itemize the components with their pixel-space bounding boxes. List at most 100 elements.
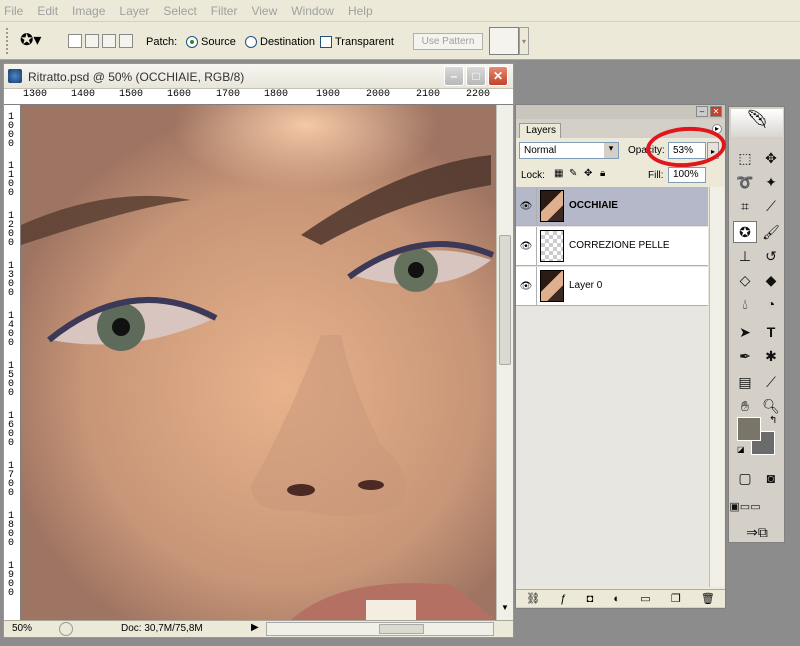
link-layers-icon[interactable]: ⛓ — [526, 592, 540, 605]
layer-name[interactable]: CORREZIONE PELLE — [569, 240, 670, 251]
lasso-tool-icon[interactable]: ➰ — [733, 171, 757, 193]
image-canvas[interactable] — [21, 105, 496, 620]
visibility-eye-icon[interactable]: 👁︎ — [516, 267, 537, 306]
history-brush-icon[interactable]: ↺ — [759, 245, 783, 267]
lock-transparency-icon[interactable]: ▦ — [554, 168, 563, 179]
shape-tool-icon[interactable]: ✱ — [759, 345, 783, 367]
menu-edit[interactable]: Edit — [37, 4, 58, 18]
source-radio[interactable] — [186, 36, 198, 48]
jump-to-imageready-icon[interactable]: ⇒⧉ — [733, 521, 781, 543]
layer-row-occhiaie[interactable]: 👁︎ OCCHIAIE — [516, 187, 708, 226]
adjustment-layer-icon[interactable]: ◐ — [613, 593, 620, 605]
layer-row-layer-0[interactable]: 👁︎ Layer 0 — [516, 267, 708, 306]
options-grip[interactable] — [6, 28, 10, 54]
horizontal-scrollbar[interactable] — [266, 622, 494, 636]
menu-view[interactable]: View — [251, 4, 277, 18]
new-selection-icon[interactable] — [68, 34, 82, 48]
menu-bar: File Edit Image Layer Select Filter View… — [0, 0, 800, 22]
marquee-tool-icon[interactable]: ⬚ — [733, 147, 757, 169]
hand-tool-icon[interactable]: ✋︎ — [733, 395, 757, 417]
panel-minimize-icon[interactable]: – — [696, 106, 708, 117]
visibility-eye-icon[interactable]: 👁︎ — [516, 227, 537, 266]
zoom-tool-icon[interactable]: 🔍︎ — [759, 395, 783, 417]
transparent-checkbox[interactable] — [320, 36, 332, 48]
menu-select[interactable]: Select — [163, 4, 196, 18]
zoom-icon[interactable] — [59, 622, 73, 636]
menu-layer[interactable]: Layer — [119, 4, 149, 18]
pen-tool-icon[interactable]: ✒ — [733, 345, 757, 367]
menu-window[interactable]: Window — [291, 4, 334, 18]
default-colors-icon[interactable]: ◪ — [737, 445, 745, 454]
eraser-tool-icon[interactable]: ◇ — [733, 269, 757, 291]
new-group-icon[interactable]: ▭ — [640, 592, 650, 605]
notes-tool-icon[interactable]: ▤ — [733, 371, 757, 393]
zoom-level[interactable]: 50% — [12, 623, 32, 634]
doc-info: Doc: 30,7M/75,8M — [121, 623, 203, 634]
layer-style-icon[interactable]: ƒ — [560, 593, 566, 605]
visibility-eye-icon[interactable]: 👁︎ — [516, 187, 537, 226]
screen-mode-icon[interactable]: ▣▭▭ — [729, 495, 760, 517]
add-selection-icon[interactable] — [85, 34, 99, 48]
lock-image-icon[interactable]: ✎ — [569, 168, 577, 179]
panel-close-icon[interactable]: ✕ — [710, 106, 722, 117]
brush-tool-icon[interactable]: 🖌︎ — [759, 221, 783, 243]
menu-help[interactable]: Help — [348, 4, 373, 18]
new-layer-icon[interactable]: ❐ — [671, 592, 681, 605]
magic-wand-icon[interactable]: ✦ — [759, 171, 783, 193]
use-pattern-button[interactable]: Use Pattern — [413, 33, 483, 50]
minimize-icon[interactable]: – — [444, 66, 464, 86]
maximize-icon[interactable]: □ — [466, 66, 486, 86]
stamp-tool-icon[interactable]: ⊥ — [733, 245, 757, 267]
standard-mode-icon[interactable]: ▢ — [733, 467, 757, 489]
patch-tool-icon[interactable]: ✪ — [733, 221, 757, 243]
panel-titlebar[interactable]: – ✕ — [516, 105, 725, 119]
document-titlebar[interactable]: Ritratto.psd @ 50% (OCCHIAIE, RGB/8) – □… — [4, 64, 513, 89]
paint-bucket-icon[interactable]: ◆ — [759, 269, 783, 291]
quick-mask-icon[interactable]: ◙ — [759, 467, 783, 489]
layer-name[interactable]: Layer 0 — [569, 280, 602, 291]
pattern-dropdown-icon[interactable]: ▾ — [519, 27, 529, 55]
close-icon[interactable]: ✕ — [488, 66, 508, 86]
path-selection-icon[interactable]: ➤ — [733, 321, 757, 343]
slice-tool-icon[interactable]: ⟋ — [759, 195, 783, 217]
layers-scrollbar[interactable] — [709, 187, 724, 587]
ruler-v-label: 1000 — [8, 112, 15, 150]
eyedropper-icon[interactable]: ⟋ — [759, 371, 783, 393]
layer-thumbnail — [540, 230, 564, 262]
move-tool-icon[interactable]: ✥ — [759, 147, 783, 169]
pattern-picker[interactable] — [489, 27, 519, 55]
feather-logo-icon[interactable]: 🪶︎ — [731, 109, 783, 137]
layer-name[interactable]: OCCHIAIE — [569, 200, 618, 211]
blend-dropdown-icon[interactable]: ▾ — [604, 143, 618, 158]
patch-tool-preset-icon[interactable]: ✪▾ — [20, 30, 41, 50]
dodge-tool-icon[interactable]: ◔ — [759, 293, 783, 315]
fill-input[interactable]: 100% — [668, 167, 706, 183]
blur-tool-icon[interactable]: 💧︎ — [733, 293, 757, 315]
vertical-scrollbar[interactable]: ▼ — [496, 105, 513, 620]
menu-image[interactable]: Image — [72, 4, 105, 18]
swap-colors-icon[interactable]: ↰ — [769, 415, 777, 426]
scroll-down-icon[interactable]: ▼ — [499, 603, 511, 615]
ruler-h-label: 2000 — [366, 89, 391, 100]
fill-label: Fill: — [648, 170, 664, 181]
layer-row-correzione-pelle[interactable]: 👁︎ CORREZIONE PELLE — [516, 227, 708, 266]
h-scroll-thumb[interactable] — [379, 624, 424, 634]
status-menu-icon[interactable]: ▶ — [251, 622, 259, 633]
lock-all-icon[interactable]: 🔒︎ — [600, 168, 605, 179]
subtract-selection-icon[interactable] — [102, 34, 116, 48]
menu-file[interactable]: File — [4, 4, 23, 18]
ruler-h-label: 2100 — [416, 89, 441, 100]
ruler-v-label: 1800 — [8, 511, 15, 549]
lock-position-icon[interactable]: ✥ — [584, 168, 592, 179]
ruler-h-label: 1300 — [23, 89, 48, 100]
delete-layer-icon[interactable]: 🗑︎ — [701, 592, 715, 605]
destination-radio[interactable] — [245, 36, 257, 48]
type-tool-icon[interactable]: T — [759, 321, 783, 343]
menu-filter[interactable]: Filter — [211, 4, 238, 18]
scroll-thumb[interactable] — [499, 235, 511, 365]
intersect-selection-icon[interactable] — [119, 34, 133, 48]
crop-tool-icon[interactable]: ⌗ — [733, 195, 757, 217]
foreground-color-swatch[interactable] — [737, 417, 761, 441]
tab-layers[interactable]: Layers — [519, 123, 561, 138]
layer-mask-icon[interactable]: ◘ — [587, 593, 594, 605]
